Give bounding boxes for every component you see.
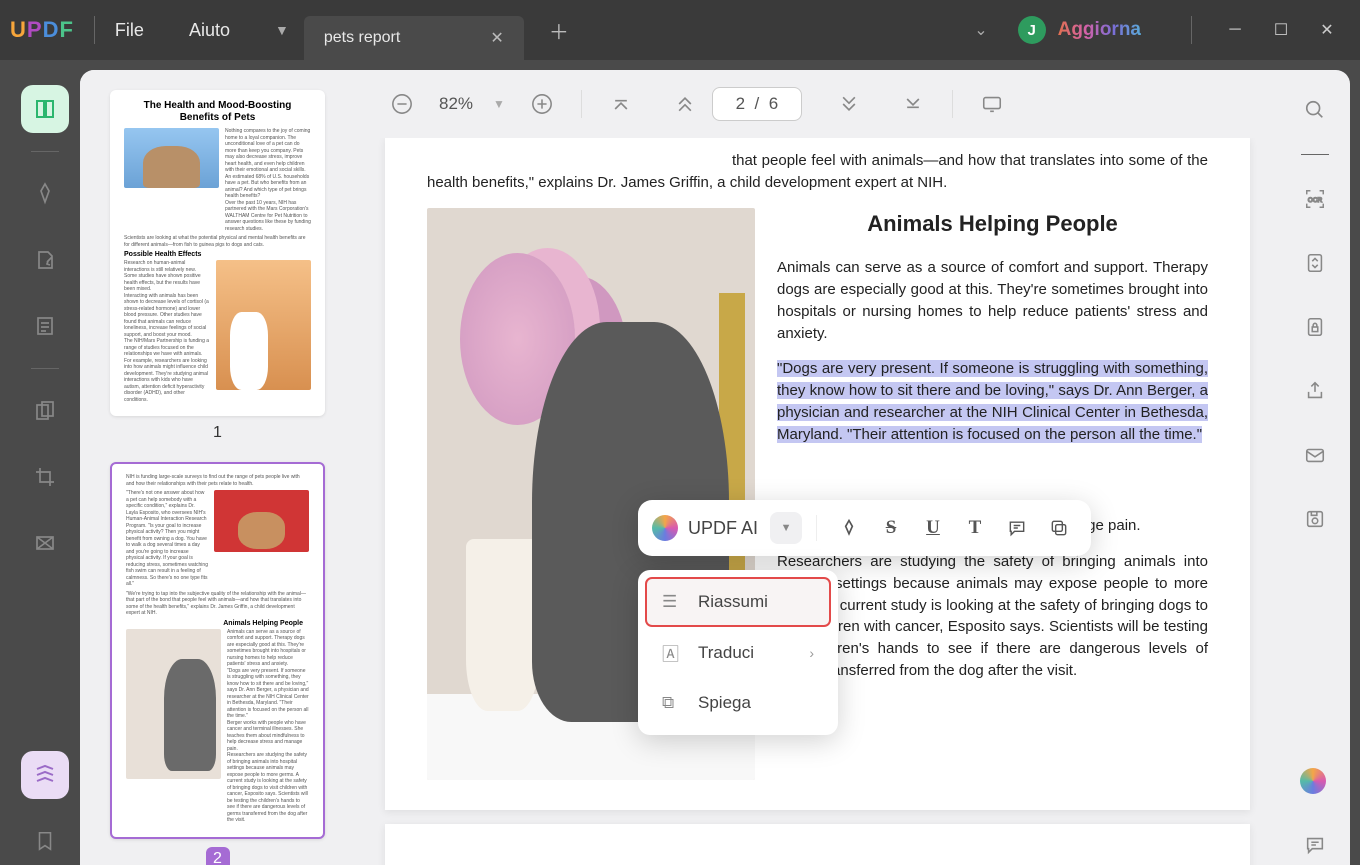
title-bar: UPDF File Aiuto ▼ pets report ✕ ＋ ⌄ J Ag… [0,0,1360,60]
ai-menu-summarize[interactable]: ☰ Riassumi [646,578,830,626]
edit-tool-button[interactable] [21,236,69,284]
document-toolbar: 82% ▼ [355,70,1280,138]
tab-list-dropdown[interactable]: ▼ [275,22,289,38]
ai-selection-toolbar: UPDF AI ▼ S U T [638,500,1091,556]
crop-tool-button[interactable] [21,453,69,501]
thumbnail-page-2[interactable]: NIH is funding large-scale surveys to fi… [110,462,325,839]
image-placeholder [214,490,309,552]
tab-title: pets report [324,29,471,47]
reader-mode-button[interactable] [21,85,69,133]
page-tool-button[interactable] [21,302,69,350]
divider [1191,16,1192,44]
translate-icon: 🄰 [662,640,682,665]
paragraph: Animals can serve as a source of comfort… [777,257,1208,344]
image-placeholder [124,128,219,188]
prev-page-button[interactable] [668,87,702,121]
paragraph-highlighted[interactable]: "Dogs are very present. If someone is st… [777,358,1208,445]
thumbnail-panel: The Health and Mood-Boosting Benefits of… [80,70,355,865]
list-icon: ☰ [662,592,682,612]
left-toolbar [10,70,80,865]
highlight-tool-button[interactable] [21,170,69,218]
ai-dropdown-button[interactable]: ▼ [770,512,802,544]
paragraph: Researchers are studying the safety of b… [777,551,1208,682]
image-placeholder [216,260,311,390]
ai-assistant-button[interactable] [1295,761,1335,801]
tab-close-icon[interactable]: ✕ [490,28,503,48]
presentation-button[interactable] [975,87,1009,121]
ai-menu-translate[interactable]: 🄰 Traduci › [646,626,830,679]
svg-text:OCR: OCR [1308,197,1323,204]
protect-button[interactable] [1295,307,1335,347]
ai-menu-explain[interactable]: ⧉ Spiega [646,679,830,727]
note-button[interactable] [999,510,1035,546]
thumbnails-panel-button[interactable] [21,751,69,799]
last-page-button[interactable] [896,87,930,121]
page-input[interactable] [712,87,802,121]
article-heading: Animals Helping People [777,208,1208,240]
window-minimize-icon[interactable]: ─ [1212,15,1258,45]
paragraph: that people feel with animals—and how th… [427,150,1208,194]
more-dropdown-icon[interactable]: ⌄ [974,20,987,40]
zoom-in-button[interactable] [525,87,559,121]
updf-ai-logo-icon [652,515,678,541]
underline-button[interactable]: U [915,510,951,546]
image-placeholder [126,629,221,779]
ai-label: UPDF AI [688,518,758,539]
document-tab[interactable]: pets report ✕ [304,16,524,60]
document-page [385,824,1250,865]
menu-file[interactable]: File [115,20,144,41]
zoom-out-button[interactable] [385,87,419,121]
explain-icon: ⧉ [662,693,682,713]
upgrade-button[interactable]: Aggiorna [1058,19,1141,41]
window-close-icon[interactable]: ✕ [1304,15,1350,45]
chevron-right-icon: › [809,645,814,661]
thumbnail-page-number: 1 [92,424,343,442]
right-toolbar: OCR [1280,70,1350,865]
tab-add-button[interactable]: ＋ [549,16,569,45]
save-button[interactable] [1295,499,1335,539]
bookmark-button[interactable] [21,817,69,865]
search-button[interactable] [1295,90,1335,130]
email-button[interactable] [1295,435,1335,475]
convert-button[interactable] [1295,243,1335,283]
ai-dropdown-menu: ☰ Riassumi 🄰 Traduci › ⧉ Spiega [638,570,838,735]
menu-help[interactable]: Aiuto [189,20,230,41]
copy-button[interactable] [1041,510,1077,546]
share-button[interactable] [1295,371,1335,411]
strikethrough-button[interactable]: S [873,510,909,546]
user-avatar[interactable]: J [1018,16,1046,44]
zoom-dropdown-icon[interactable]: ▼ [493,97,505,111]
highlight-button[interactable] [831,510,867,546]
ocr-button[interactable]: OCR [1295,179,1335,219]
thumbnail-page-number: 2 [206,847,230,865]
organize-pages-button[interactable] [21,387,69,435]
app-logo: UPDF [10,17,74,43]
zoom-level: 82% [439,94,473,114]
thumbnail-page-1[interactable]: The Health and Mood-Boosting Benefits of… [110,90,325,416]
comment-panel-button[interactable] [1295,825,1335,865]
squiggle-button[interactable]: T [957,510,993,546]
divider [94,16,95,44]
window-maximize-icon[interactable]: ☐ [1258,15,1304,45]
first-page-button[interactable] [604,87,638,121]
redact-tool-button[interactable] [21,519,69,567]
next-page-button[interactable] [832,87,866,121]
